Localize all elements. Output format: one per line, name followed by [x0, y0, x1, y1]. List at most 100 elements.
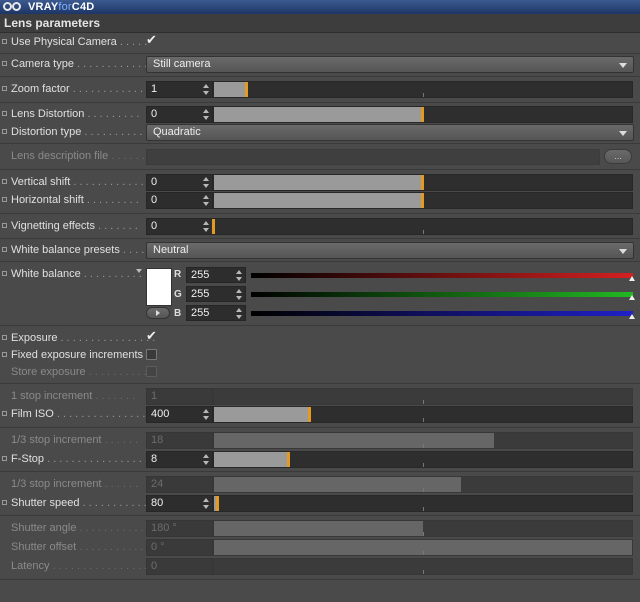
shutter-offset-slider[interactable]	[213, 539, 633, 556]
latency-input[interactable]: 0	[146, 558, 213, 575]
slider-knob[interactable]	[421, 107, 424, 122]
slider-knob[interactable]	[245, 82, 249, 97]
animation-bullet-icon[interactable]	[2, 500, 7, 505]
row-store-exposure: Store exposure . . . . . . . . . .	[0, 363, 640, 383]
animation-bullet-icon[interactable]	[2, 247, 7, 252]
slider-handle-icon[interactable]	[629, 276, 635, 281]
horizontal-shift-slider[interactable]	[213, 192, 633, 209]
spinner-icon[interactable]	[203, 84, 209, 95]
channel-b-input[interactable]: 255	[186, 305, 246, 321]
browse-button[interactable]: ...	[604, 149, 632, 164]
label-shutter-speed: Shutter speed . . . . . . . . . . .	[11, 497, 147, 509]
slider-knob[interactable]	[287, 452, 291, 467]
vray-logo-icon	[3, 1, 25, 13]
spinner-icon[interactable]	[236, 270, 242, 281]
animation-bullet-icon[interactable]	[2, 39, 7, 44]
latency-slider[interactable]	[213, 558, 633, 575]
fixed-exposure-increments-checkbox[interactable]	[146, 349, 157, 360]
zoom-factor-input[interactable]: 1	[146, 81, 213, 98]
animation-bullet-icon[interactable]	[2, 335, 7, 340]
animation-bullet-icon[interactable]	[2, 271, 7, 276]
channel-b-slider[interactable]	[251, 311, 635, 319]
label-fixed-exposure-increments: Fixed exposure increments	[11, 349, 144, 361]
spinner-icon[interactable]	[236, 289, 242, 300]
slider-handle-icon[interactable]	[629, 295, 635, 300]
shutter-angle-input[interactable]: 180 °	[146, 520, 213, 537]
horizontal-shift-input[interactable]: 0	[146, 192, 213, 209]
spinner-icon[interactable]	[203, 498, 209, 509]
label-f-stop: F-Stop . . . . . . . . . . . . . . . . .	[11, 453, 148, 465]
channel-r-input[interactable]: 255	[186, 267, 246, 283]
lens-distortion-slider[interactable]	[213, 106, 633, 123]
label-use-physical-camera: Use Physical Camera . . . . .	[11, 36, 148, 48]
expand-arrow-icon[interactable]	[136, 269, 142, 273]
spinner-icon[interactable]	[203, 177, 209, 188]
third-stop-increment-a-input[interactable]: 18	[146, 432, 213, 449]
spinner-icon[interactable]	[203, 409, 209, 420]
f-stop-slider[interactable]	[213, 451, 633, 468]
label-zoom-factor: Zoom factor . . . . . . . . . . . . .	[11, 83, 150, 95]
vignetting-effects-slider[interactable]	[212, 218, 633, 235]
white-balance-presets-dropdown[interactable]: Neutral	[146, 242, 634, 259]
label-film-iso: Film ISO . . . . . . . . . . . . . . . .	[11, 408, 152, 420]
shutter-angle-slider[interactable]	[213, 520, 633, 537]
vertical-shift-input[interactable]: 0	[146, 174, 213, 191]
third-stop-increment-b-slider[interactable]	[213, 476, 633, 493]
channel-g-slider[interactable]	[251, 292, 635, 300]
label-shutter-offset: Shutter offset . . . . . . . . . . .	[11, 541, 144, 553]
label-white-balance-presets: White balance presets . . . .	[11, 244, 145, 256]
film-iso-slider[interactable]	[213, 406, 633, 423]
spinner-icon[interactable]	[203, 221, 209, 232]
slider-handle-icon[interactable]	[629, 314, 635, 319]
animation-bullet-icon[interactable]	[2, 179, 7, 184]
vray-logo-text: VRAYforC4D	[28, 1, 95, 13]
f-stop-input[interactable]: 8	[146, 451, 213, 468]
shutter-speed-input[interactable]: 80	[146, 495, 213, 512]
spinner-icon[interactable]	[203, 195, 209, 206]
slider-knob[interactable]	[212, 219, 215, 234]
one-stop-increment-input[interactable]: 1	[146, 388, 213, 405]
channel-g-input[interactable]: 255	[186, 286, 246, 302]
label-vertical-shift: Vertical shift . . . . . . . . . . . .	[11, 176, 144, 188]
channel-r-slider[interactable]	[251, 273, 635, 281]
slider-knob[interactable]	[421, 175, 424, 190]
spinner-icon[interactable]	[203, 109, 209, 120]
animation-bullet-icon[interactable]	[2, 197, 7, 202]
animation-bullet-icon[interactable]	[2, 456, 7, 461]
animation-bullet-icon[interactable]	[2, 411, 7, 416]
exposure-checkbox[interactable]: ✔	[146, 329, 157, 343]
animation-bullet-icon[interactable]	[2, 223, 7, 228]
slider-knob[interactable]	[308, 407, 312, 422]
animation-bullet-icon[interactable]	[2, 111, 7, 116]
one-stop-increment-slider[interactable]	[213, 388, 633, 405]
slider-knob[interactable]	[421, 193, 424, 208]
spinner-icon[interactable]	[203, 454, 209, 465]
slider-knob[interactable]	[216, 496, 220, 511]
shutter-speed-slider[interactable]	[213, 495, 633, 512]
row-shutter-offset: Shutter offset . . . . . . . . . . . 0 °	[0, 538, 640, 558]
label-store-exposure: Store exposure . . . . . . . . . .	[11, 366, 147, 378]
zoom-factor-slider[interactable]	[213, 81, 633, 98]
store-exposure-checkbox[interactable]	[146, 366, 157, 377]
use-physical-camera-checkbox[interactable]: ✔	[146, 33, 157, 47]
third-stop-increment-b-input[interactable]: 24	[146, 476, 213, 493]
shutter-offset-input[interactable]: 0 °	[146, 539, 213, 556]
white-balance-color-swatch[interactable]	[146, 268, 172, 306]
label-lens-description-file: Lens description file . . . . . .	[11, 150, 145, 162]
color-picker-button[interactable]	[146, 307, 170, 319]
film-iso-input[interactable]: 400	[146, 406, 213, 423]
third-stop-increment-a-slider[interactable]	[213, 432, 633, 449]
label-horizontal-shift: Horizontal shift . . . . . . . . .	[11, 194, 139, 206]
animation-bullet-icon[interactable]	[2, 61, 7, 66]
animation-bullet-icon[interactable]	[2, 86, 7, 91]
vignetting-effects-input[interactable]: 0	[146, 218, 213, 235]
animation-bullet-icon[interactable]	[2, 352, 7, 357]
distortion-type-dropdown[interactable]: Quadratic	[146, 124, 634, 141]
vertical-shift-slider[interactable]	[213, 174, 633, 191]
lens-description-file-field[interactable]	[146, 149, 600, 165]
lens-distortion-input[interactable]: 0	[146, 106, 213, 123]
camera-type-dropdown[interactable]: Still camera	[146, 56, 634, 73]
row-one-stop-increment: 1 stop increment . . . . . . . 1	[0, 387, 640, 407]
spinner-icon[interactable]	[236, 308, 242, 319]
animation-bullet-icon[interactable]	[2, 129, 7, 134]
